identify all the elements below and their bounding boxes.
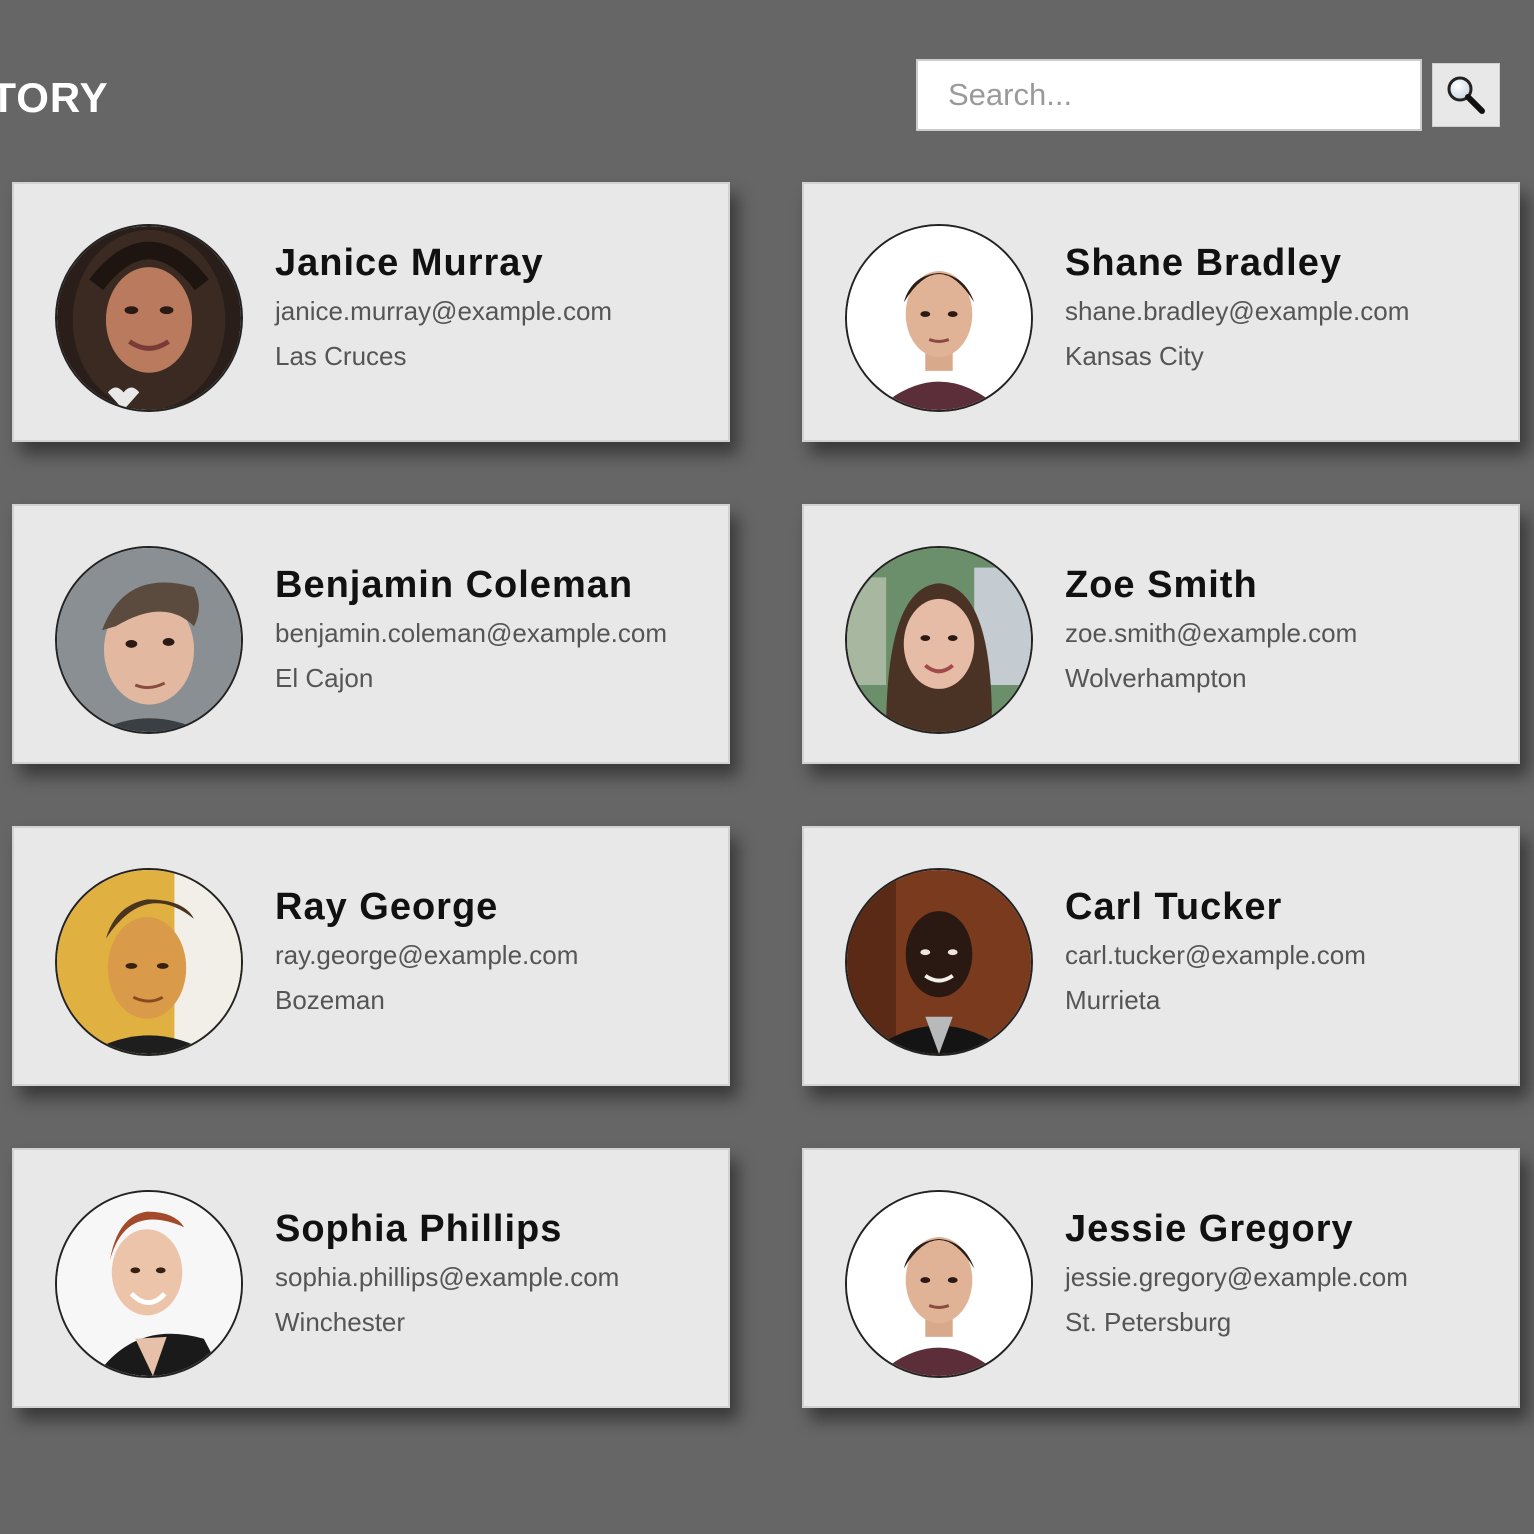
user-city: Wolverhampton [1065, 663, 1247, 693]
avatar-portrait-image [847, 226, 1031, 410]
avatar [845, 546, 1033, 734]
user-city: Winchester [275, 1307, 406, 1337]
user-info: Ray George ray.george@example.com Bozema… [275, 884, 718, 1022]
user-card[interactable]: Janice Murray janice.murray@example.com … [12, 182, 730, 442]
user-info: Shane Bradley shane.bradley@example.com … [1065, 240, 1508, 378]
magnifier-icon [1447, 76, 1485, 114]
search-input[interactable] [916, 59, 1422, 131]
user-info: Carl Tucker carl.tucker@example.com Murr… [1065, 884, 1508, 1022]
avatar-portrait-image [847, 1192, 1031, 1376]
avatar [845, 1190, 1033, 1378]
avatar-portrait-image [57, 870, 241, 1054]
user-card-grid: Janice Murray janice.murray@example.com … [12, 182, 1520, 1408]
user-email[interactable]: benjamin.coleman@example.com [275, 612, 718, 654]
user-email[interactable]: carl.tucker@example.com [1065, 934, 1508, 976]
user-info: Jessie Gregory jessie.gregory@example.co… [1065, 1206, 1508, 1344]
page-title: ECTORY [0, 74, 109, 121]
user-name: Jessie Gregory [1065, 1208, 1354, 1250]
user-directory-page: ECTORY [0, 0, 1534, 1534]
avatar [55, 224, 243, 412]
user-name: Janice Murray [275, 242, 544, 284]
user-name: Carl Tucker [1065, 886, 1283, 928]
avatar-portrait-image [847, 870, 1031, 1054]
avatar [55, 868, 243, 1056]
user-city: Bozeman [275, 985, 385, 1015]
user-info: Janice Murray janice.murray@example.com … [275, 240, 718, 378]
user-email[interactable]: janice.murray@example.com [275, 290, 718, 332]
user-email[interactable]: zoe.smith@example.com [1065, 612, 1508, 654]
avatar [845, 224, 1033, 412]
user-card[interactable]: Sophia Phillips sophia.phillips@example.… [12, 1148, 730, 1408]
avatar [845, 868, 1033, 1056]
avatar-portrait-image [57, 226, 241, 410]
user-email[interactable]: sophia.phillips@example.com [275, 1256, 718, 1298]
user-email[interactable]: ray.george@example.com [275, 934, 718, 976]
avatar-portrait-image [57, 548, 241, 732]
avatar-portrait-image [847, 548, 1031, 732]
user-name: Sophia Phillips [275, 1208, 563, 1250]
user-email[interactable]: jessie.gregory@example.com [1065, 1256, 1508, 1298]
search-button[interactable] [1432, 63, 1500, 127]
user-city: El Cajon [275, 663, 374, 693]
avatar [55, 546, 243, 734]
user-card[interactable]: Benjamin Coleman benjamin.coleman@exampl… [12, 504, 730, 764]
user-name: Shane Bradley [1065, 242, 1342, 284]
user-name: Ray George [275, 886, 499, 928]
user-name: Benjamin Coleman [275, 564, 634, 606]
user-name: Zoe Smith [1065, 564, 1258, 606]
user-city: St. Petersburg [1065, 1307, 1232, 1337]
user-info: Zoe Smith zoe.smith@example.com Wolverha… [1065, 562, 1508, 700]
avatar-portrait-image [57, 1192, 241, 1376]
user-info: Benjamin Coleman benjamin.coleman@exampl… [275, 562, 718, 700]
user-card[interactable]: Zoe Smith zoe.smith@example.com Wolverha… [802, 504, 1520, 764]
user-city: Kansas City [1065, 341, 1204, 371]
avatar [55, 1190, 243, 1378]
user-city: Las Cruces [275, 341, 407, 371]
user-card[interactable]: Shane Bradley shane.bradley@example.com … [802, 182, 1520, 442]
user-info: Sophia Phillips sophia.phillips@example.… [275, 1206, 718, 1344]
user-card[interactable]: Carl Tucker carl.tucker@example.com Murr… [802, 826, 1520, 1086]
user-card[interactable]: Ray George ray.george@example.com Bozema… [12, 826, 730, 1086]
user-city: Murrieta [1065, 985, 1161, 1015]
user-card[interactable]: Jessie Gregory jessie.gregory@example.co… [802, 1148, 1520, 1408]
user-email[interactable]: shane.bradley@example.com [1065, 290, 1508, 332]
